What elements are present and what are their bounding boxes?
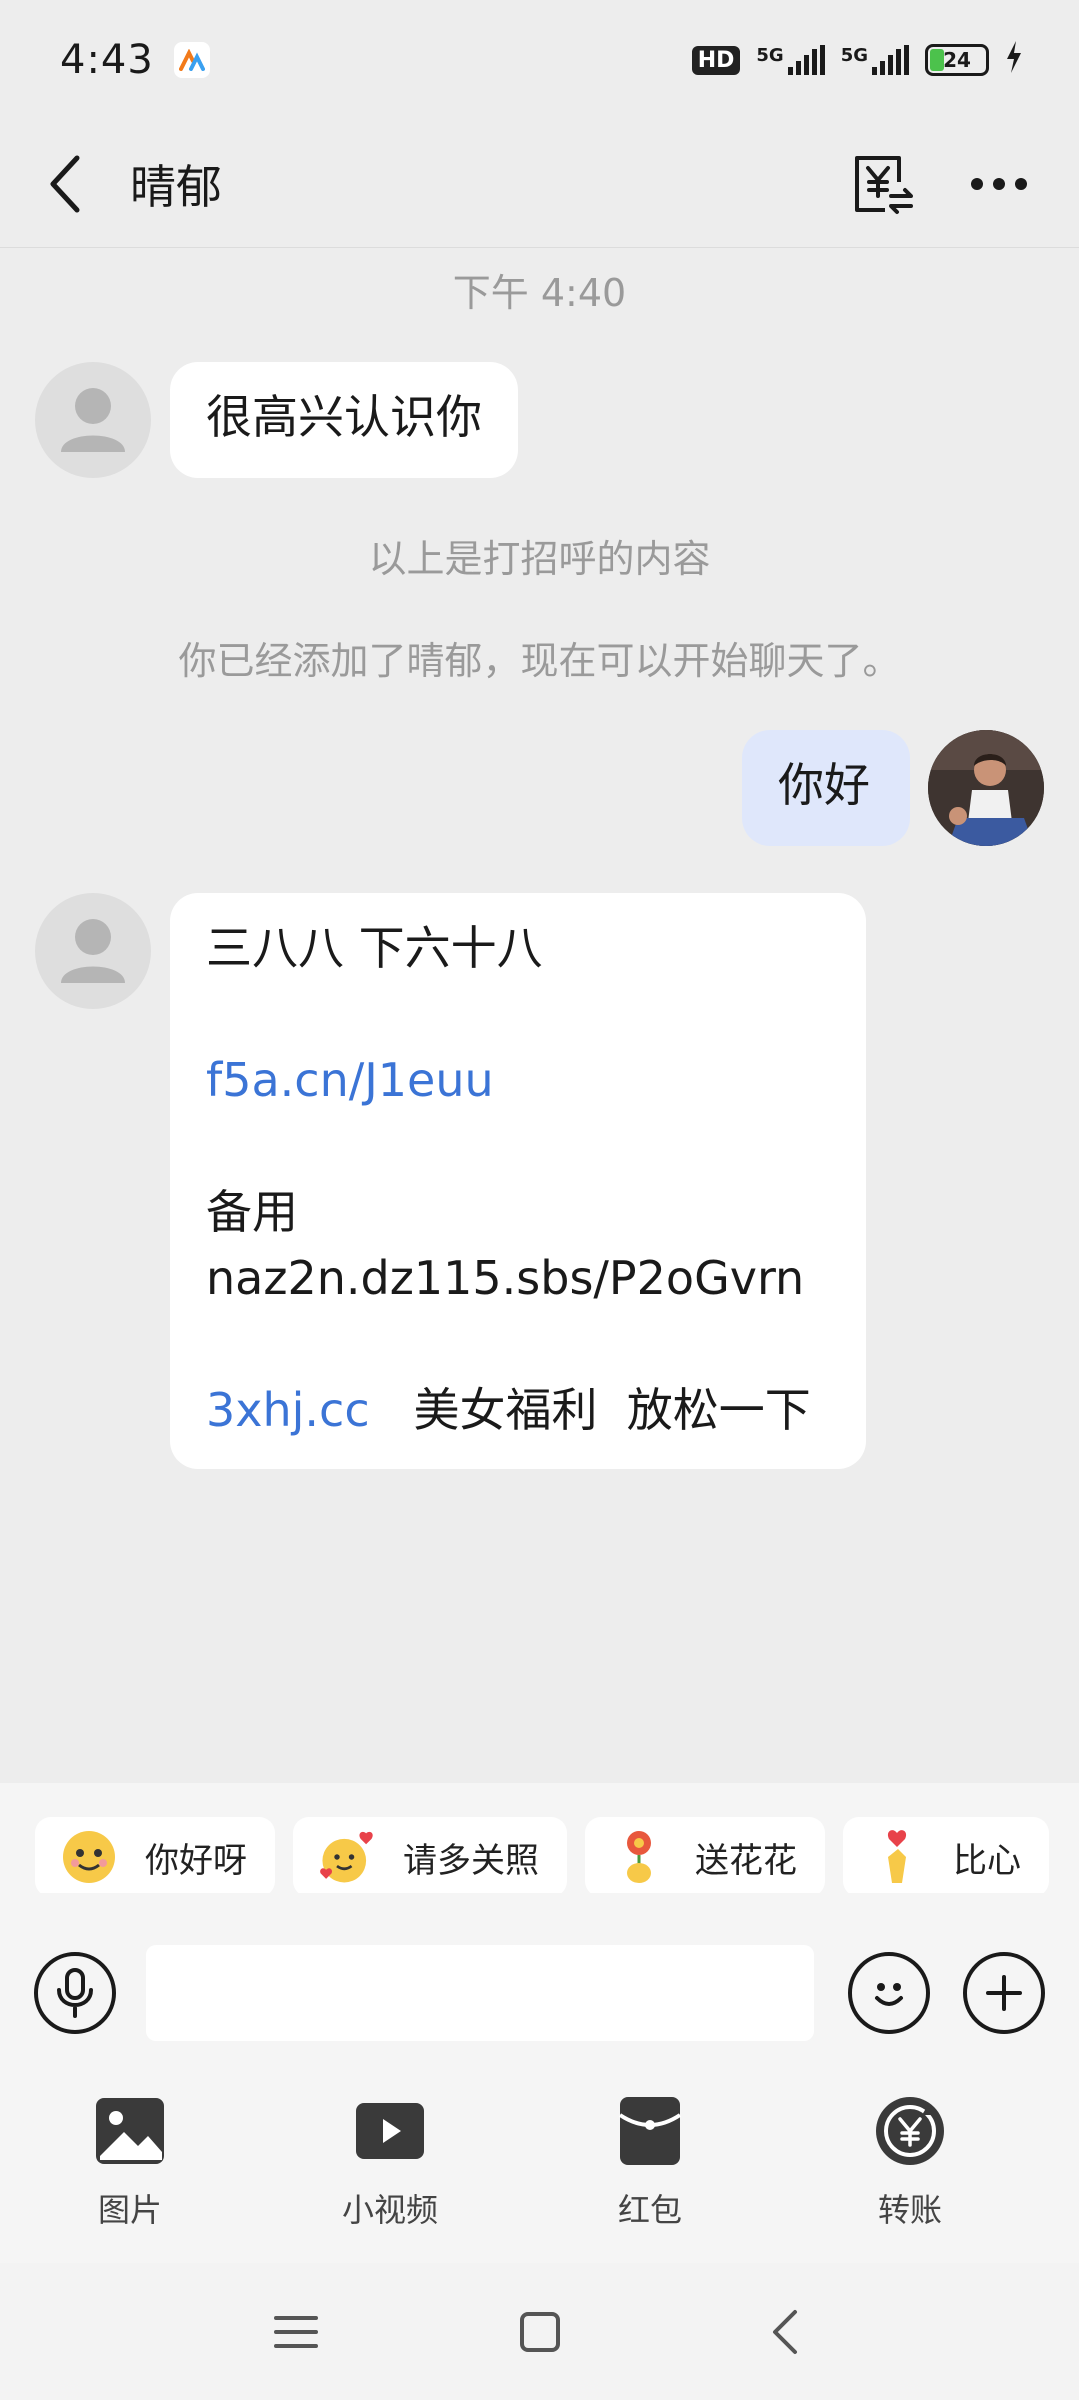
hug-emoji-icon xyxy=(317,1827,377,1887)
message-blank xyxy=(206,1113,830,1179)
message-link-2[interactable]: 3xhj.cc xyxy=(206,1383,370,1437)
hd-voice-icon: HD xyxy=(691,45,741,75)
nav-back-icon xyxy=(772,2309,797,2354)
status-time: 4:43 xyxy=(60,37,154,83)
input-bar xyxy=(0,1893,1079,2093)
transfer-icon xyxy=(855,155,913,214)
home-square-icon xyxy=(519,2311,560,2352)
tool-transfer[interactable]: 转账 xyxy=(780,2093,1040,2263)
self-avatar[interactable] xyxy=(928,730,1044,846)
nav-home-button[interactable] xyxy=(508,2300,572,2364)
more-button[interactable] xyxy=(959,144,1039,224)
nav-menu-button[interactable] xyxy=(264,2300,328,2364)
transfer-button[interactable] xyxy=(843,144,923,224)
tool-red-packet[interactable]: 红包 xyxy=(520,2093,780,2263)
nav-back-button[interactable] xyxy=(752,2300,816,2364)
battery-icon: 24 xyxy=(925,44,989,76)
menu-icon xyxy=(273,2315,318,2348)
video-icon xyxy=(352,2093,428,2169)
chat-title: 晴郁 xyxy=(130,159,222,214)
contact-avatar-2[interactable] xyxy=(35,893,151,1009)
quick-reply-flower[interactable]: 送花花 xyxy=(585,1817,825,1893)
quick-reply-heart[interactable]: 比心 xyxy=(843,1817,1049,1893)
message-line-last: 3xhj.cc 美女福利 放松一下 xyxy=(206,1377,830,1443)
plus-button[interactable] xyxy=(963,1952,1045,2034)
back-button[interactable] xyxy=(0,120,130,248)
message-line: 备用 xyxy=(206,1185,298,1239)
quick-reply-hello[interactable]: 你好呀 xyxy=(35,1817,275,1893)
tool-label: 小视频 xyxy=(341,2191,438,2229)
quick-reply-bar: 你好呀 请多关照 送花花 比心 xyxy=(0,1783,1079,1893)
voice-button[interactable] xyxy=(34,1952,116,2034)
chat-header: 晴郁 xyxy=(0,120,1079,248)
system-nav-bar xyxy=(0,2263,1079,2400)
voice-icon xyxy=(57,1968,93,2018)
finger-heart-icon xyxy=(867,1827,927,1887)
flower-emoji-icon xyxy=(609,1827,669,1887)
quick-reply-please[interactable]: 请多关照 xyxy=(293,1817,567,1893)
emoji-icon xyxy=(875,1983,903,2006)
hello-emoji-icon xyxy=(59,1827,119,1887)
tool-label: 图片 xyxy=(97,2191,162,2229)
tools-panel: 图片 小视频 红包 转账 xyxy=(0,2093,1079,2263)
quick-reply-label: 请多关照 xyxy=(403,1840,539,1881)
message-input[interactable] xyxy=(146,1945,814,2041)
tool-label: 红包 xyxy=(617,2191,682,2229)
quick-reply-label: 送花花 xyxy=(695,1840,797,1881)
quick-reply-label: 比心 xyxy=(953,1840,1021,1881)
greeting-bubble[interactable]: 很高兴认识你 xyxy=(170,362,518,478)
image-icon xyxy=(92,2093,168,2169)
emoji-button[interactable] xyxy=(848,1952,930,2034)
transfer-money-icon xyxy=(872,2093,948,2169)
tool-image[interactable]: 图片 xyxy=(0,2093,260,2263)
message-text-tail: 美女福利 放松一下 xyxy=(413,1383,811,1437)
tool-label: 转账 xyxy=(877,2191,942,2229)
app-notification-icon xyxy=(173,42,210,78)
message-link[interactable]: f5a.cn/J1euu xyxy=(206,1047,830,1113)
message-blank xyxy=(206,1311,830,1377)
message-line: 三八八 下六十八 xyxy=(206,921,543,975)
signal-icon: 5G xyxy=(756,45,825,75)
message-timestamp: 下午 4:40 xyxy=(452,271,627,315)
greeting-text: 很高兴认识你 xyxy=(206,390,482,444)
system-notice: 以上是打招呼的内容 xyxy=(368,537,711,581)
contact-avatar[interactable] xyxy=(35,362,151,478)
spam-message-bubble[interactable]: 三八八 下六十八 f5a.cn/J1euu 备用 naz2n.dz115.sbs… xyxy=(170,893,866,1469)
back-icon xyxy=(50,155,80,212)
signal-icon-2: 5G xyxy=(841,45,909,75)
charging-icon xyxy=(1005,41,1023,79)
red-packet-icon xyxy=(612,2093,688,2169)
self-message-text: 你好 xyxy=(778,758,870,812)
plus-icon xyxy=(986,1975,1022,2011)
self-message-bubble[interactable]: 你好 xyxy=(742,730,910,846)
tool-video[interactable]: 小视频 xyxy=(260,2093,520,2263)
message-line: naz2n.dz115.sbs/P2oGvrn xyxy=(206,1251,805,1305)
quick-reply-label: 你好呀 xyxy=(145,1840,247,1881)
message-blank xyxy=(206,981,830,1047)
status-bar: 4:43 HD 5G 5G 24 xyxy=(0,0,1079,120)
system-notice-added: 你已经添加了晴郁，现在可以开始聊天了。 xyxy=(178,639,901,683)
more-icon xyxy=(971,177,1027,190)
